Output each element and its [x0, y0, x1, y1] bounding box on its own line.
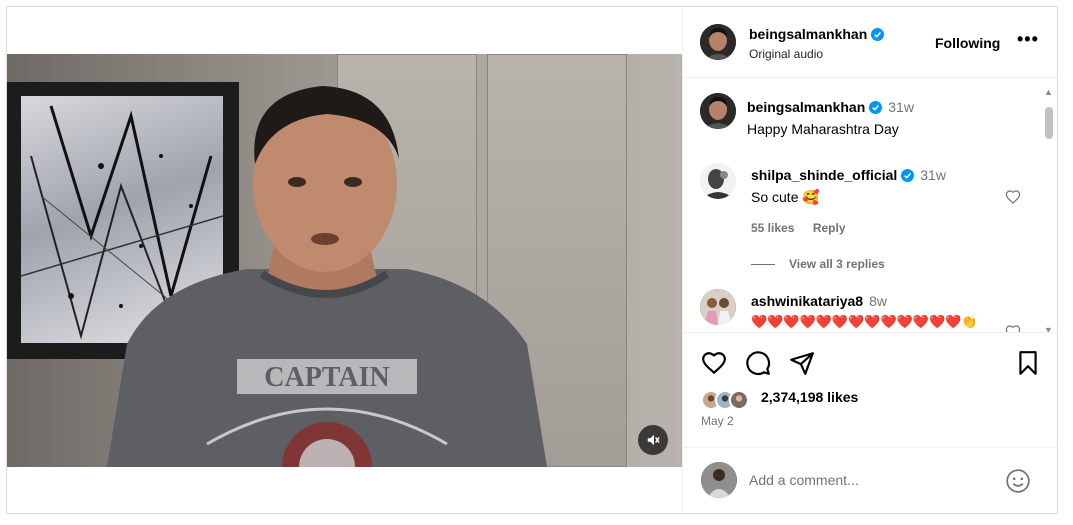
more-options-button[interactable]: ••• [1017, 29, 1039, 50]
author-avatar[interactable] [700, 24, 736, 60]
scroll-up-arrow-icon[interactable]: ▲ [1044, 87, 1053, 97]
caption-time[interactable]: 31w [888, 99, 914, 115]
speaker-muted-icon [647, 434, 660, 446]
comment-author[interactable]: shilpa_shinde_official [751, 167, 897, 183]
caption-header: beingsalmankhan 31w [747, 99, 914, 117]
add-comment-input[interactable] [749, 472, 999, 488]
caption-author[interactable]: beingsalmankhan [747, 99, 865, 115]
comment-meta: 55 likes Reply [751, 219, 846, 237]
add-comment-row [683, 447, 1058, 513]
verified-badge-icon [901, 169, 915, 182]
emoji-icon[interactable] [1005, 468, 1031, 494]
media-area: CAPTAIN [7, 7, 682, 513]
heart-icon[interactable] [701, 350, 727, 376]
comment-header: ashwinikatariya8 8w [751, 293, 887, 311]
post-header: beingsalmankhan Original audio Following… [683, 7, 1058, 78]
comment-text: ❤️❤️❤️❤️❤️❤️❤️❤️❤️❤️❤️❤️❤️👏👏👏 [751, 314, 978, 329]
comment-icon[interactable] [745, 350, 771, 376]
mute-toggle-button[interactable] [638, 425, 668, 455]
comment-avatar[interactable] [700, 163, 736, 199]
comment-like-heart-icon[interactable] [1005, 324, 1021, 333]
post-details-panel: beingsalmankhan Original audio Following… [682, 7, 1058, 513]
verified-badge-icon [869, 101, 883, 114]
likes-count[interactable]: 2,374,198 likes [761, 389, 858, 405]
caption-text: Happy Maharashtra Day [747, 121, 899, 137]
comment-text: So cute 🥰 [751, 189, 820, 205]
post-actions [683, 334, 1058, 444]
comment-time[interactable]: 31w [920, 167, 946, 183]
comment-time[interactable]: 8w [869, 293, 887, 309]
comment-avatar[interactable] [700, 289, 736, 325]
following-button[interactable]: Following [935, 35, 1000, 51]
share-icon[interactable] [789, 350, 815, 376]
comment-author[interactable]: ashwinikatariya8 [751, 293, 863, 309]
caption-author-avatar[interactable] [700, 93, 736, 129]
author-username[interactable]: beingsalmankhan [749, 26, 885, 42]
view-replies-button[interactable]: View all 3 replies [789, 257, 885, 271]
replies-divider [751, 263, 775, 265]
video-player[interactable]: CAPTAIN [7, 54, 682, 467]
scroll-thumb[interactable] [1045, 107, 1053, 139]
author-username-text[interactable]: beingsalmankhan [749, 26, 867, 42]
scroll-down-arrow-icon[interactable]: ▼ [1044, 325, 1053, 332]
comment-header: shilpa_shinde_official 31w [751, 167, 946, 185]
reply-button[interactable]: Reply [813, 221, 846, 235]
comment-likes-count[interactable]: 55 likes [751, 221, 794, 235]
post-date[interactable]: May 2 [701, 414, 734, 428]
shirt-text-captain: CAPTAIN [264, 362, 389, 393]
comment-like-heart-icon[interactable] [1005, 189, 1021, 205]
comments-scrollbar[interactable]: ▲ ▼ [1044, 87, 1054, 332]
bookmark-icon[interactable] [1015, 350, 1041, 376]
comments-list[interactable]: beingsalmankhan 31w Happy Maharashtra Day… [683, 79, 1058, 333]
view-replies-row[interactable]: View all 3 replies [751, 257, 885, 271]
post-modal: CAPTAIN beingsalmankhan Original audio F… [6, 6, 1058, 514]
verified-badge-icon [871, 28, 885, 41]
liker-avatar [729, 390, 749, 410]
person-figure: CAPTAIN [107, 86, 547, 467]
audio-subtitle[interactable]: Original audio [749, 47, 823, 61]
current-user-avatar [701, 462, 737, 498]
